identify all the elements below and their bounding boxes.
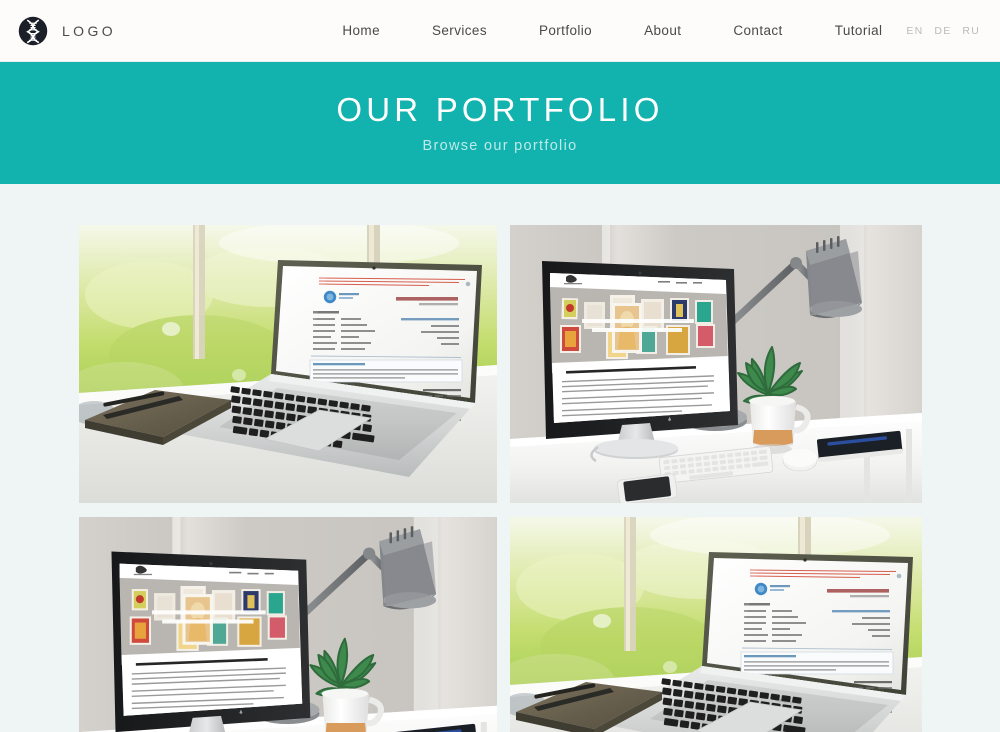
portfolio-tile-2[interactable]: Apple display on a white desk showing th… — [510, 225, 922, 503]
language-switcher: EN DE RU — [902, 25, 986, 37]
page-subtitle: Browse our portfolio — [422, 138, 578, 155]
brand-logo-link[interactable]: LOGO — [18, 16, 116, 46]
portfolio-grid: MacBook Air — [79, 225, 922, 732]
dna-helix-circle-logo-icon — [18, 16, 48, 46]
site-header: LOGO Home Services Portfolio About Conta… — [0, 0, 1000, 62]
language-option-ru[interactable]: RU — [962, 25, 980, 37]
page-title: OUR PORTFOLIO — [336, 90, 664, 128]
portfolio-tile-4[interactable]: MacBook Air — [510, 517, 922, 732]
brand-name: LOGO — [62, 22, 117, 39]
portfolio-tile-1[interactable]: MacBook Air — [79, 225, 497, 503]
nav-item-home[interactable]: Home — [316, 23, 406, 38]
hero-banner: OUR PORTFOLIO Browse our portfolio — [0, 62, 1000, 184]
nav-item-tutorial[interactable]: Tutorial — [809, 23, 903, 38]
nav-item-about[interactable]: About — [618, 23, 707, 38]
main-navigation: Home Services Portfolio About Contact Tu… — [316, 23, 986, 38]
portfolio-tile-3[interactable]: Apple display on a white desk showing th… — [79, 517, 497, 732]
nav-item-portfolio[interactable]: Portfolio — [513, 23, 618, 38]
portfolio-section: MacBook Air — [0, 184, 1000, 732]
nav-item-services[interactable]: Services — [406, 23, 513, 38]
nav-item-contact[interactable]: Contact — [707, 23, 808, 38]
language-option-en[interactable]: EN — [906, 25, 923, 37]
language-option-de[interactable]: DE — [934, 25, 951, 37]
